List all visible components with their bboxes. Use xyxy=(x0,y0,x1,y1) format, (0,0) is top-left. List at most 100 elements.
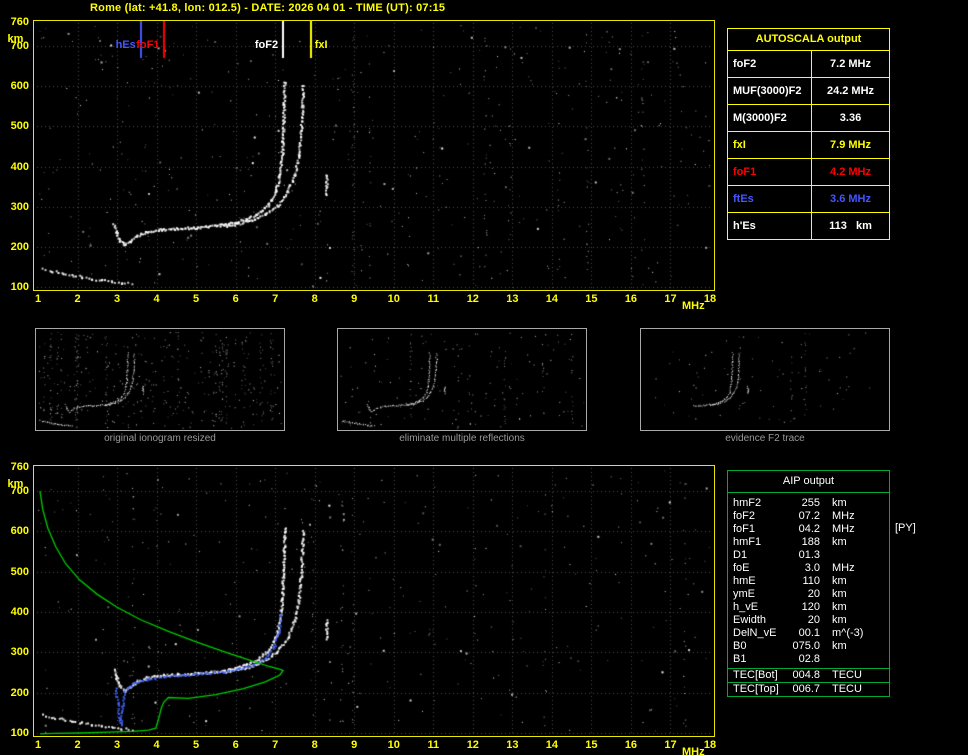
aip-row-value: 00.1 xyxy=(798,627,820,639)
aip-output-table: AIP output hmF2 255 km foF2 07.2 MHz foF1 04.2 M… xyxy=(727,470,890,697)
aip-table-rows: hmF2 255 km foF2 07.2 MHz foF1 04.2 MHz hmF1 188 km… xyxy=(728,493,889,668)
aip-row-unit: MHz xyxy=(832,562,855,574)
y-axis-unit-label: km xyxy=(7,478,24,490)
x-axis-tick-label: 16 xyxy=(624,293,638,305)
thumbnail-canvas-f2 xyxy=(641,329,889,430)
x-axis-tick-label: 9 xyxy=(351,739,358,751)
autoscala-row-value: 3.6 MHz xyxy=(830,193,871,205)
y-axis-tick-label: 500 xyxy=(10,565,29,578)
aip-tec-unit: TECU xyxy=(832,669,862,681)
y-axis-tick-label: 500 xyxy=(10,120,29,133)
x-axis-tick-label: 15 xyxy=(585,293,598,305)
x-axis-tick-label: 1 xyxy=(34,739,42,751)
autoscala-row-label: h'Es xyxy=(728,213,812,239)
aip-row-unit: km xyxy=(832,575,847,587)
aip-row-value: 01.3 xyxy=(798,549,820,561)
x-axis-tick-label: 12 xyxy=(466,739,479,751)
ionogram-plot-bottom xyxy=(33,465,715,737)
aip-table-row: foE 3.0 MHz xyxy=(728,562,889,575)
y-axis-tick-label: 300 xyxy=(10,200,29,213)
autoscala-row-value: 7.9 MHz xyxy=(830,139,871,151)
autoscala-table-row: M(3000)F2 3.36 xyxy=(728,104,889,131)
aip-row-value: 120 xyxy=(801,601,820,613)
aip-row-value: 20 xyxy=(807,614,820,626)
marker-label-fof1: foF1 xyxy=(136,39,160,51)
station-title: Rome (lat: +41.8, lon: 012.5) - DATE: 20… xyxy=(90,2,446,14)
x-axis-tick-label: 2 xyxy=(74,293,81,305)
x-axis-tick-label: 14 xyxy=(545,293,558,305)
x-axis-unit-label: MHz xyxy=(682,300,705,312)
y-axis-tick-label: 200 xyxy=(10,240,29,253)
autoscala-table-row: fxI 7.9 MHz xyxy=(728,131,889,158)
autoscala-table-row: h'Es 113 km xyxy=(728,212,889,239)
x-axis-tick-label: 15 xyxy=(585,739,598,751)
y-axis-tick-label: 400 xyxy=(10,606,29,619)
x-axis-tick-label: 16 xyxy=(624,739,638,751)
aip-table-row: B1 02.8 xyxy=(728,653,889,666)
x-axis-tick-label: 10 xyxy=(387,293,400,305)
aip-row-name: ymE xyxy=(733,588,755,600)
aip-table-row: DelN_vE 00.1 m^(-3) xyxy=(728,627,889,640)
x-axis-tick-label: 11 xyxy=(427,739,440,751)
y-axis-tick-label: 400 xyxy=(10,160,29,173)
aip-row-name: Ewidth xyxy=(733,614,767,626)
x-axis-tick-label: 7 xyxy=(272,293,279,305)
ionogram-plot-top xyxy=(33,20,715,291)
autoscala-table-rows: foF2 7.2 MHz MUF(3000)F2 24.2 MHz M(3000)F2 3… xyxy=(728,50,889,239)
aip-row-value: 02.8 xyxy=(798,653,820,665)
y-axis-tick-label: 600 xyxy=(10,80,29,93)
marker-label-fxi: fxI xyxy=(314,39,328,51)
aip-tec-name: TEC[Top] xyxy=(733,683,779,695)
thumbnail-evidence-f2 xyxy=(640,328,890,431)
x-axis-tick-label: 11 xyxy=(427,293,440,305)
x-axis-tick-label: 8 xyxy=(311,293,318,305)
x-axis-tick-label: 4 xyxy=(153,293,160,305)
y-axis-tick-label: 100 xyxy=(10,281,29,293)
x-axis-tick-label: 8 xyxy=(311,739,318,751)
x-axis-tick-label: 2 xyxy=(74,739,81,751)
aip-table-row: B0 075.0 km xyxy=(728,640,889,653)
aip-table-row: hmF1 188 km xyxy=(728,536,889,549)
autoscala-row-label: ftEs xyxy=(728,186,812,212)
aip-row-value: 04.2 xyxy=(798,523,820,535)
x-axis-tick-label: 14 xyxy=(545,739,558,751)
x-axis-tick-label: 17 xyxy=(664,739,677,751)
x-axis-tick-label: 3 xyxy=(113,293,121,305)
x-axis-tick-label: 6 xyxy=(232,739,239,751)
aip-row-value: 110 xyxy=(802,575,820,587)
aip-table-row: ymE 20 km xyxy=(728,588,889,601)
y-axis-tick-label: 760 xyxy=(10,461,29,473)
x-axis-tick-label: 17 xyxy=(664,293,677,305)
autoscala-window: Rome (lat: +41.8, lon: 012.5) - DATE: 20… xyxy=(0,0,968,755)
x-axis-tick-label: 4 xyxy=(153,739,160,751)
aip-row-value: 20 xyxy=(807,588,820,600)
x-axis-tick-label: 5 xyxy=(193,739,200,751)
autoscala-row-label: foF1 xyxy=(728,159,812,185)
autoscala-row-value: 4.2 MHz xyxy=(830,166,871,178)
aip-row-unit xyxy=(820,549,832,562)
x-axis-tick-label: 3 xyxy=(113,739,121,751)
x-axis-tick-label: 7 xyxy=(272,739,279,751)
aip-tec-value: 004.8 xyxy=(792,669,820,681)
aip-table-row: Ewidth 20 km xyxy=(728,614,889,627)
thumbnail-caption-f2: evidence F2 trace xyxy=(725,433,805,444)
aip-row-name: hmF1 xyxy=(733,536,762,548)
y-axis-unit-label: km xyxy=(7,33,24,45)
x-axis-tick-label: 13 xyxy=(506,739,519,751)
aip-row-name: B1 xyxy=(733,653,747,665)
autoscala-row-value: 7.2 MHz xyxy=(830,58,871,70)
autoscala-row-label: M(3000)F2 xyxy=(728,105,812,131)
aip-row-value: 3.0 xyxy=(804,562,820,574)
thumbnail-caption-reflections: eliminate multiple reflections xyxy=(399,433,525,444)
autoscala-table-row: MUF(3000)F2 24.2 MHz xyxy=(728,77,889,104)
x-axis-tick-label: 9 xyxy=(351,293,358,305)
aip-table-row: hmF2 255 km xyxy=(728,497,889,510)
aip-row-value: 07.2 xyxy=(798,510,820,522)
aip-row-unit: km xyxy=(832,601,847,613)
marker-label-fof2: foF2 xyxy=(254,39,279,51)
aip-row-value: 075.0 xyxy=(792,640,820,652)
x-axis-tick-label: 5 xyxy=(193,293,200,305)
autoscala-row-label: fxI xyxy=(728,132,812,158)
aip-table-row: hmE 110 km xyxy=(728,575,889,588)
aip-row-name: h_vE xyxy=(733,601,759,613)
